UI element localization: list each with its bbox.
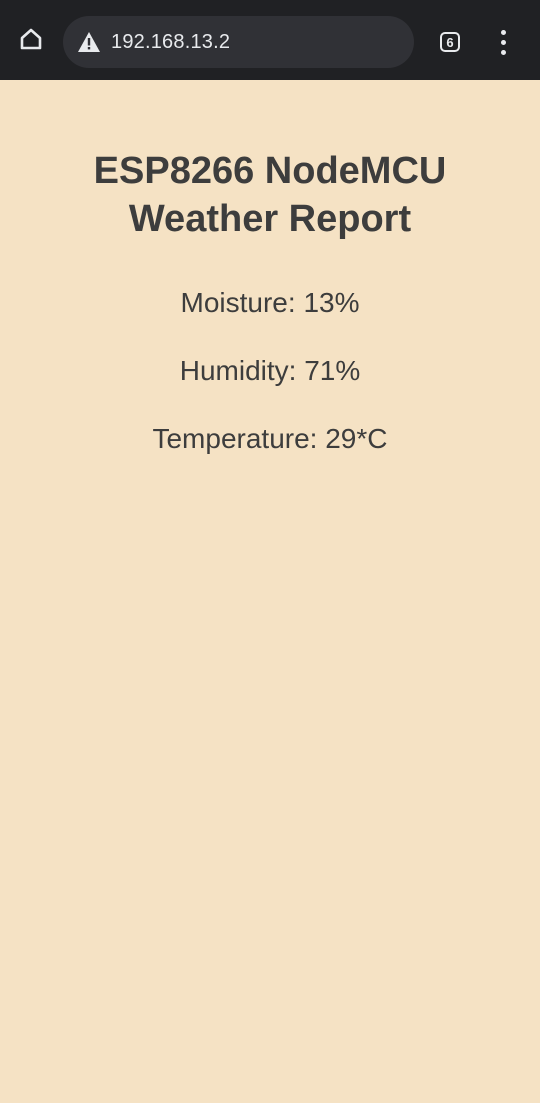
tab-count: 6 [446, 34, 454, 50]
humidity-reading: Humidity: 71% [179, 355, 361, 386]
address-bar[interactable]: 192.168.13.2 [63, 16, 414, 68]
tab-switcher-icon: 6 [440, 32, 460, 52]
browser-toolbar: 192.168.13.2 6 [0, 0, 540, 80]
more-vertical-icon[interactable] [490, 26, 516, 58]
page-title: ESP8266 NodeMCU Weather Report [93, 150, 447, 240]
menu-dot [500, 39, 506, 45]
home-icon [18, 26, 44, 57]
warning-triangle-icon[interactable] [76, 29, 102, 55]
temperature-reading: Temperature: 29*C [152, 423, 388, 454]
menu-dot [500, 49, 506, 55]
menu-dot [500, 29, 506, 35]
url-text: 192.168.13.2 [111, 30, 231, 53]
tab-switcher-button[interactable]: 6 [437, 29, 463, 55]
page-content: ESP8266 NodeMCU Weather Report Moisture:… [0, 80, 540, 457]
home-button[interactable] [12, 22, 50, 60]
moisture-reading: Moisture: 13% [180, 287, 360, 318]
